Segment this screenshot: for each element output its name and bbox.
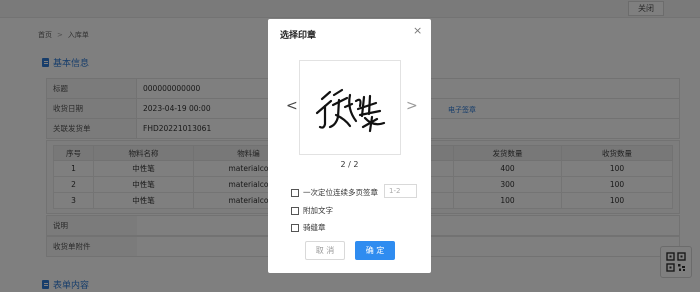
prev-arrow-icon[interactable]: < [286,99,298,113]
option-label: 骑缝章 [303,223,326,232]
close-icon[interactable]: × [413,25,422,37]
option-seam-seal[interactable]: 骑缝章 [291,222,326,233]
cancel-button[interactable]: 取 消 [305,241,345,260]
signature-image [315,88,386,133]
checkbox[interactable] [291,188,299,197]
dialog-title: 选择印章 [280,31,317,41]
option-label: 附加文字 [303,206,333,215]
option-label: 一次定位连续多页签章 [303,188,378,197]
option-attach-text[interactable]: 附加文字 [291,205,333,216]
checkbox[interactable] [291,206,299,215]
next-arrow-icon[interactable]: > [406,99,418,113]
confirm-button[interactable]: 确 定 [355,241,395,260]
checkbox[interactable] [291,223,299,232]
page-indicator: 2 / 2 [340,160,359,169]
seal-preview[interactable] [299,60,401,155]
page-range-input[interactable]: 1-2 [384,184,417,198]
select-seal-dialog: 选择印章 × < > 2 / 2 一次定位连续多页签章 1-2 附加文字 骑缝章… [268,19,431,273]
option-multi-page[interactable]: 一次定位连续多页签章 [291,187,378,198]
